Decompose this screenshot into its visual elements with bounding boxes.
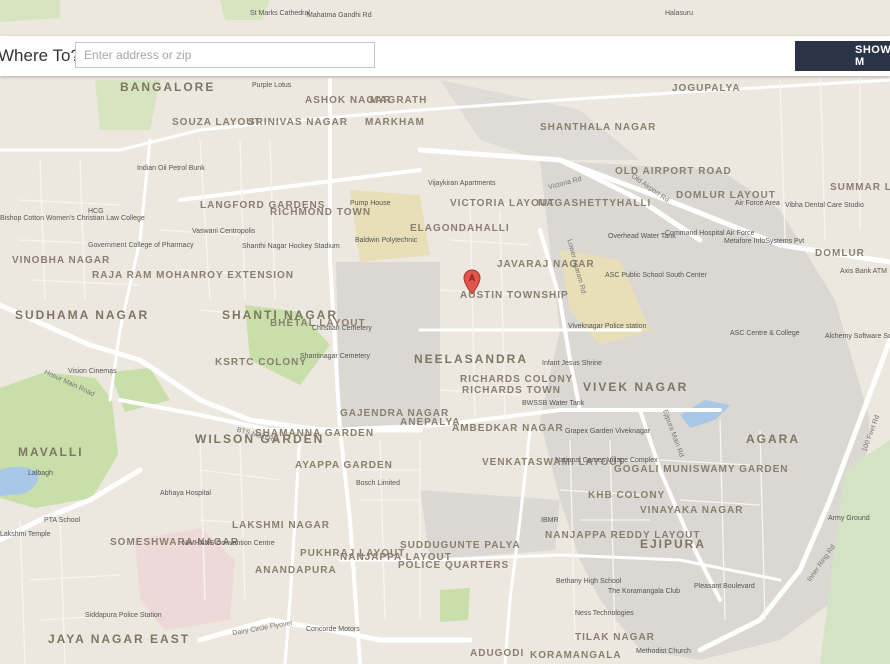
- area-label: AUSTIN TOWNSHIP: [460, 290, 569, 301]
- area-label: MAGRATH: [370, 95, 428, 106]
- poi-label: Pump House: [350, 200, 391, 207]
- marker-letter: A: [469, 273, 476, 283]
- area-label: SUDHAMA NAGAR: [15, 308, 150, 322]
- poi-label: Bosch Limited: [356, 480, 400, 487]
- poi-label: Command Hospital Air Force: [665, 230, 755, 237]
- poi-label: Army Ground: [828, 515, 870, 522]
- park-patch: [440, 588, 470, 622]
- area-label: KHB COLONY: [588, 490, 666, 501]
- poi-label: Siddapura Police Station: [85, 612, 162, 619]
- area-label: RICHARDS COLONY: [460, 374, 574, 385]
- area-label: AMBEDKAR NAGAR: [452, 423, 564, 434]
- area-label: ELAGONDAHALLI: [410, 223, 510, 234]
- poi-label: NIMHANS Convention Centre: [182, 540, 275, 547]
- area-label: JAYA NAGAR EAST: [48, 632, 191, 646]
- poi-label: Lalbagh: [28, 470, 53, 477]
- poi-label: Shanthi Nagar Hockey Stadium: [242, 243, 340, 250]
- area-label: DOMLUR: [815, 248, 865, 259]
- poi-label: Axis Bank ATM: [840, 268, 887, 275]
- poi-label: Baldwin Polytechnic: [355, 237, 418, 244]
- poi-label: Abhaya Hospital: [160, 490, 211, 497]
- area-label: NANJAPPA REDDY LAYOUT: [545, 530, 701, 541]
- poi-label: Indian Oil Petrol Bunk: [137, 165, 205, 172]
- poi-label: National Games Village Complex: [555, 457, 658, 464]
- area-label: ANANDAPURA: [255, 565, 337, 576]
- area-label: RICHARDS TOWN: [462, 385, 561, 396]
- poi-label: Mahatma Gandhi Rd: [307, 12, 372, 19]
- area-label: JOGUPALYA: [672, 83, 741, 94]
- area-label: SUMMAR LAYOUT: [830, 182, 890, 193]
- poi-label: Infant Jesus Shrine: [542, 360, 602, 367]
- area-label: NEELASANDRA: [414, 352, 529, 366]
- area-label: AGARA: [746, 432, 800, 446]
- poi-label: Shantinagar Cemetery: [300, 353, 371, 360]
- area-label: BANGALORE: [120, 80, 216, 94]
- poi-label: Ness Technologies: [575, 610, 634, 617]
- area-label: TILAK NAGAR: [575, 632, 655, 643]
- address-input[interactable]: [75, 42, 375, 68]
- poi-label: BWSSB Water Tank: [522, 400, 585, 407]
- area-label: KORAMANGALA: [530, 650, 622, 661]
- poi-label: Vaswani Centropolis: [192, 228, 256, 235]
- poi-label: Vibha Dental Care Studio: [785, 202, 864, 209]
- poi-label: St Marks Cathedral: [250, 10, 310, 17]
- poi-label: ASC Public School South Center: [605, 272, 707, 279]
- poi-label: Metafore InfoSystems Pvt: [724, 238, 805, 245]
- poi-label: ASC Centre & College: [730, 330, 800, 337]
- area-label: SRINIVAS NAGAR: [248, 117, 348, 128]
- poi-label: Halasuru: [665, 10, 694, 17]
- area-label: ADUGODI: [470, 648, 525, 659]
- area-label: LAKSHMI NAGAR: [232, 520, 330, 531]
- poi-label: PTA School: [44, 517, 81, 524]
- area-label: RAJA RAM MOHANROY EXTENSION: [92, 270, 295, 281]
- where-to-label: Where To?: [0, 46, 80, 65]
- poi-label: Purple Lotus: [252, 82, 292, 89]
- area-label: NANJAPPA LAYOUT: [340, 552, 452, 563]
- area-label: SHANTHALA NAGAR: [540, 122, 657, 133]
- search-bar: Where To? SHOW M: [0, 36, 890, 76]
- poi-label: Government College of Pharmacy: [88, 242, 194, 249]
- poi-label: Methodist Church: [636, 648, 691, 655]
- poi-label: The Koramangala Club: [608, 588, 680, 595]
- poi-label: Vision Cinemas: [68, 368, 117, 375]
- poi-label: Pleasant Boulevard: [694, 583, 755, 590]
- area-label: AYAPPA GARDEN: [295, 460, 393, 471]
- poi-label: Air Force Area: [735, 200, 780, 207]
- poi-label: Alchemy Software Solutions: [825, 333, 890, 340]
- area-label: RICHMOND TOWN: [270, 207, 372, 218]
- poi-label: Grapex Garden Viveknagar: [565, 428, 651, 435]
- area-label: NAGASHETTYHALLI: [538, 198, 652, 209]
- poi-label: Lakshmi Temple: [0, 531, 51, 538]
- poi-label: Christian Cemetery: [312, 325, 372, 332]
- area-label: VIVEK NAGAR: [583, 380, 689, 394]
- poi-label: Viveknagar Police station: [568, 323, 647, 330]
- poi-label: Bishop Cotton Women's Christian Law Coll…: [0, 215, 145, 222]
- poi-label: Vijaykiran Apartments: [428, 180, 496, 187]
- area-label: MARKHAM: [365, 117, 425, 128]
- army-area: [336, 262, 440, 430]
- area-label: MAVALLI: [18, 445, 84, 459]
- poi-label: IBMR: [541, 517, 559, 524]
- area-label: GOGALI MUNISWAMY GARDEN: [614, 464, 789, 475]
- poi-label: Bethany High School: [556, 578, 622, 585]
- show-map-button[interactable]: SHOW M: [795, 41, 890, 71]
- area-label: KSRTC COLONY: [215, 357, 307, 368]
- area-label: VINAYAKA NAGAR: [640, 505, 744, 516]
- area-label: VINOBHA NAGAR: [12, 255, 111, 266]
- poi-label: Concorde Motors: [306, 626, 360, 633]
- area-label: SUDDUGUNTE PALYA: [400, 540, 521, 551]
